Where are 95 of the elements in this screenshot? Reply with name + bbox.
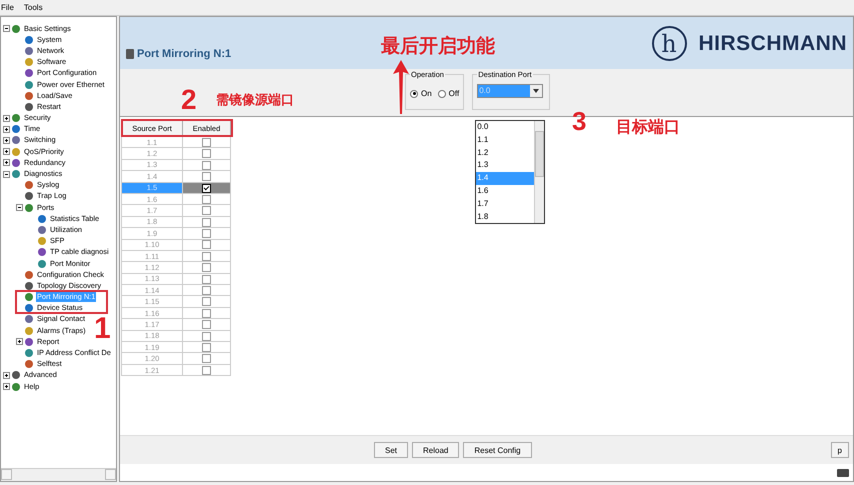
circle-icon xyxy=(12,382,20,391)
circle-icon xyxy=(25,315,33,324)
annotation-text: 1 xyxy=(94,312,111,346)
expand-icon[interactable] xyxy=(16,338,23,346)
circle-icon xyxy=(12,148,20,156)
circle-icon xyxy=(25,282,33,290)
page-icon xyxy=(126,49,134,59)
circle-icon xyxy=(12,158,20,167)
circle-icon xyxy=(12,125,20,134)
circle-icon xyxy=(25,92,33,100)
circle-icon xyxy=(25,69,33,78)
checkbox[interactable] xyxy=(202,149,211,158)
circle-icon xyxy=(25,204,33,212)
collapse-icon[interactable] xyxy=(3,25,10,32)
dropdown-arrow-icon xyxy=(533,89,540,93)
button[interactable]: Set xyxy=(374,442,408,458)
checkbox[interactable] xyxy=(202,138,211,147)
checkbox[interactable] xyxy=(202,252,211,261)
checkbox[interactable] xyxy=(202,263,211,272)
circle-icon xyxy=(12,136,20,144)
expand-icon[interactable] xyxy=(3,136,10,144)
checkbox[interactable] xyxy=(202,172,211,182)
dropdown-option[interactable]: 1.6 xyxy=(476,184,534,198)
expand-icon[interactable] xyxy=(3,372,10,379)
checkbox[interactable] xyxy=(202,308,211,318)
circle-icon xyxy=(12,114,20,122)
circle-icon xyxy=(25,338,33,346)
menu-item[interactable]: Tools xyxy=(24,3,43,12)
circle-icon xyxy=(25,181,33,190)
expand-icon[interactable] xyxy=(3,159,10,166)
checkbox[interactable] xyxy=(202,297,211,306)
expand-icon[interactable] xyxy=(3,148,10,156)
annotation-text: 最后开启功能 xyxy=(381,34,495,59)
circle-icon xyxy=(12,24,20,33)
vertical-scrollbar[interactable] xyxy=(534,121,544,224)
circle-icon xyxy=(25,304,33,312)
circle-icon xyxy=(38,226,46,234)
menu-item[interactable]: File xyxy=(1,3,14,12)
checkbox[interactable] xyxy=(202,240,211,250)
button[interactable]: Reload xyxy=(412,442,460,458)
circle-icon xyxy=(12,371,20,380)
dropdown-option[interactable]: 0.0 xyxy=(476,121,534,134)
checkbox[interactable] xyxy=(202,286,211,296)
circle-icon xyxy=(38,248,46,256)
dropdown-option[interactable]: 1.2 xyxy=(476,146,534,160)
circle-icon xyxy=(25,102,33,111)
checkbox[interactable] xyxy=(202,206,211,216)
checkbox[interactable] xyxy=(202,229,211,238)
circle-icon xyxy=(38,214,46,223)
circle-icon xyxy=(25,192,33,200)
logo-text: HIRSCHMANN xyxy=(698,32,847,56)
annotation-arrow xyxy=(393,60,409,114)
checkbox[interactable] xyxy=(202,218,211,227)
radio-button[interactable]: On xyxy=(410,89,432,98)
checkbox[interactable] xyxy=(202,274,211,284)
status-icon xyxy=(837,468,849,476)
button[interactable]: Reset Config xyxy=(463,442,532,458)
checkbox[interactable] xyxy=(202,194,211,204)
button[interactable]: p xyxy=(830,442,849,458)
collapse-icon[interactable] xyxy=(16,204,23,212)
checkbox[interactable] xyxy=(202,184,211,193)
expand-icon[interactable] xyxy=(3,383,10,390)
circle-icon xyxy=(25,58,33,66)
circle-icon xyxy=(12,170,20,178)
circle-icon xyxy=(25,36,33,44)
checkbox[interactable] xyxy=(202,320,211,330)
checkbox[interactable] xyxy=(202,332,211,341)
dropdown-option[interactable]: 1.7 xyxy=(476,198,534,211)
checkbox[interactable] xyxy=(202,366,211,375)
circle-icon xyxy=(38,237,46,246)
circle-icon xyxy=(25,360,33,368)
collapse-icon[interactable] xyxy=(3,170,10,178)
checkbox[interactable] xyxy=(202,342,211,352)
checkbox[interactable] xyxy=(202,354,211,364)
dropdown-option[interactable]: 1.3 xyxy=(476,159,534,172)
horizontal-scrollbar[interactable] xyxy=(1,468,116,481)
annotation-text: 目标端口 xyxy=(616,118,680,138)
expand-icon[interactable] xyxy=(3,114,10,122)
radio-button[interactable]: Off xyxy=(438,89,460,98)
circle-icon xyxy=(25,270,33,279)
circle-icon xyxy=(25,46,33,55)
dropdown-option[interactable]: 1.1 xyxy=(476,134,534,147)
annotation-text: 需镜像源端口 xyxy=(216,91,294,109)
annotation-text: 2 xyxy=(181,84,197,116)
logo-mark: h xyxy=(652,26,686,61)
dropdown-option[interactable]: 1.8 xyxy=(476,210,534,224)
circle-icon xyxy=(25,349,33,358)
circle-icon xyxy=(25,326,33,335)
circle-icon xyxy=(38,260,46,268)
annotation-text: 3 xyxy=(572,106,586,137)
page-title: Port Mirroring N:1 xyxy=(137,48,232,60)
circle-icon xyxy=(25,293,33,302)
expand-icon[interactable] xyxy=(3,126,10,133)
circle-icon xyxy=(25,80,33,89)
checkbox[interactable] xyxy=(202,160,211,170)
